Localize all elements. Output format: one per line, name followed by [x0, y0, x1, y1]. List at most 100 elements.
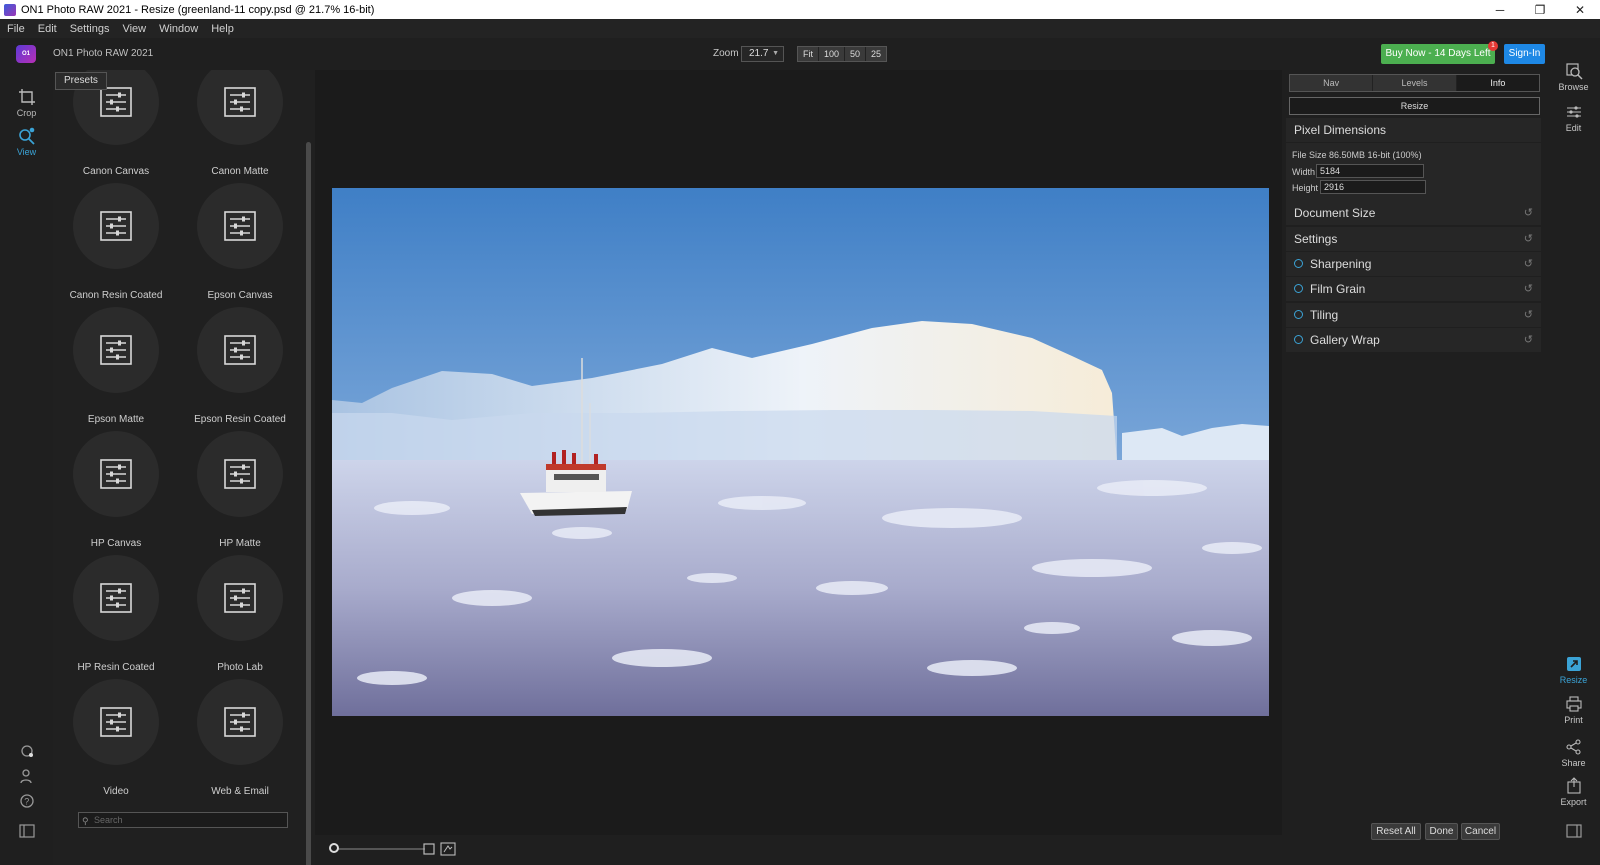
preset-label: Epson Canvas	[207, 290, 273, 301]
print-label: Print	[1564, 715, 1583, 725]
browse-module[interactable]: Browse	[1547, 62, 1600, 92]
preset-tile[interactable]: Canon Matte	[177, 70, 303, 177]
tiling-title: Tiling	[1310, 308, 1339, 322]
zoom-slider-knob[interactable]	[329, 843, 339, 853]
zoom-50-button[interactable]: 50	[845, 47, 867, 61]
preset-sliders-icon	[197, 679, 283, 765]
preset-sliders-icon	[73, 679, 159, 765]
presets-scrollbar[interactable]	[306, 142, 311, 865]
reset-icon[interactable]: ↺	[1524, 201, 1533, 225]
print-module[interactable]: Print	[1547, 695, 1600, 725]
film-grain-section[interactable]: Film Grain ↺	[1286, 277, 1541, 301]
preset-tile[interactable]: Video	[53, 679, 179, 797]
sharpening-title: Sharpening	[1310, 257, 1372, 271]
width-label: Width	[1292, 167, 1316, 177]
preset-tile[interactable]: HP Matte	[177, 431, 303, 549]
reset-all-button[interactable]: Reset All	[1371, 823, 1421, 840]
crop-tool[interactable]: Crop	[0, 88, 53, 118]
height-input[interactable]: 2916	[1320, 180, 1426, 194]
close-icon[interactable]: ✕	[1560, 3, 1600, 17]
help-tool[interactable]: ?	[0, 793, 53, 811]
title-bar: ON1 Photo RAW 2021 - Resize (greenland-1…	[0, 0, 1600, 19]
compare-view-icon[interactable]	[440, 842, 456, 856]
presets-tab[interactable]: Presets	[55, 72, 107, 90]
toggle-right-panel[interactable]	[1547, 824, 1600, 840]
puzzle-icon	[20, 745, 33, 757]
browse-icon	[1565, 63, 1583, 80]
resize-module[interactable]: Resize	[1547, 655, 1600, 685]
preset-tile[interactable]: Web & Email	[177, 679, 303, 797]
settings-section[interactable]: Settings ↺	[1286, 227, 1541, 251]
sharpening-section[interactable]: Sharpening ↺	[1286, 252, 1541, 276]
reset-icon[interactable]: ↺	[1524, 277, 1533, 301]
preset-label: Video	[103, 786, 129, 797]
toggle-circle-icon[interactable]	[1294, 335, 1303, 345]
canvas-area[interactable]	[315, 70, 1282, 835]
account-tool[interactable]	[0, 768, 53, 786]
preset-tile[interactable]: HP Resin Coated	[53, 555, 179, 673]
left-tool-rail: Crop View ?	[0, 70, 53, 865]
zoom-label: Zoom	[713, 48, 739, 59]
presets-search-input[interactable]: ⚲ Search	[78, 812, 288, 828]
help-icon: ?	[19, 794, 34, 808]
sign-in-button[interactable]: Sign-In	[1504, 44, 1545, 64]
resize-tab[interactable]: Resize	[1289, 97, 1540, 115]
width-input[interactable]: 5184	[1316, 164, 1424, 178]
fit-square-icon[interactable]	[423, 843, 435, 855]
tab-info[interactable]: Info	[1456, 75, 1539, 91]
zoom-fit-button[interactable]: Fit	[798, 47, 819, 61]
preset-label: Epson Resin Coated	[194, 414, 286, 425]
tab-levels[interactable]: Levels	[1373, 75, 1457, 91]
cancel-button[interactable]: Cancel	[1461, 823, 1500, 840]
preset-tile[interactable]: Canon Resin Coated	[53, 183, 179, 301]
menu-help[interactable]: Help	[211, 23, 234, 35]
gallery-wrap-section[interactable]: Gallery Wrap ↺	[1286, 328, 1541, 352]
buy-now-button[interactable]: Buy Now - 14 Days Left	[1381, 44, 1495, 64]
reset-icon[interactable]: ↺	[1524, 328, 1533, 352]
file-size: File Size 86.50MB 16-bit (100%)	[1292, 150, 1422, 160]
menu-file[interactable]: File	[7, 23, 25, 35]
menu-window[interactable]: Window	[159, 23, 198, 35]
on1-logo[interactable]: O1	[16, 45, 36, 63]
reset-icon[interactable]: ↺	[1524, 227, 1533, 251]
restore-icon[interactable]: ❐	[1520, 3, 1560, 17]
reset-icon[interactable]: ↺	[1524, 303, 1533, 327]
app-label: ON1 Photo RAW 2021	[53, 48, 154, 59]
share-module[interactable]: Share	[1547, 738, 1600, 768]
zoom-100-button[interactable]: 100	[819, 47, 846, 61]
document-size-section[interactable]: Document Size ↺	[1286, 201, 1541, 225]
reset-icon[interactable]: ↺	[1524, 252, 1533, 276]
menu-settings[interactable]: Settings	[70, 23, 110, 35]
preset-tile[interactable]: Epson Canvas	[177, 183, 303, 301]
zoom-slider-track[interactable]	[337, 848, 425, 850]
toggle-circle-icon[interactable]	[1294, 284, 1303, 294]
pixel-dimensions-header[interactable]: Pixel Dimensions	[1286, 118, 1541, 142]
done-button[interactable]: Done	[1425, 823, 1458, 840]
minimize-icon[interactable]: ─	[1480, 3, 1520, 17]
app-icon	[4, 3, 16, 16]
menu-view[interactable]: View	[122, 23, 146, 35]
pixel-dimensions-title: Pixel Dimensions	[1294, 123, 1387, 137]
search-placeholder: Search	[94, 815, 123, 825]
toggle-circle-icon[interactable]	[1294, 259, 1303, 269]
export-module[interactable]: Export	[1547, 777, 1600, 807]
toggle-left-panel[interactable]	[0, 824, 53, 840]
zoom-buttons: Fit 100 50 25	[797, 46, 888, 62]
preset-tile[interactable]: Photo Lab	[177, 555, 303, 673]
view-tool[interactable]: View	[0, 127, 53, 157]
zoom-select[interactable]: 21.7 ▼	[741, 46, 784, 62]
tiling-section[interactable]: Tiling ↺	[1286, 303, 1541, 327]
edit-module[interactable]: Edit	[1547, 103, 1600, 133]
share-label: Share	[1561, 758, 1586, 768]
document-size-title: Document Size	[1294, 206, 1376, 220]
preset-tile[interactable]: Epson Resin Coated	[177, 307, 303, 425]
photo-preview[interactable]	[332, 188, 1269, 716]
toggle-circle-icon[interactable]	[1294, 310, 1303, 320]
preset-tile[interactable]: HP Canvas	[53, 431, 179, 549]
menu-bar: File Edit Settings View Window Help	[0, 19, 1600, 38]
tab-nav[interactable]: Nav	[1290, 75, 1374, 91]
preset-tile[interactable]: Epson Matte	[53, 307, 179, 425]
extras-tool[interactable]	[0, 743, 53, 761]
zoom-25-button[interactable]: 25	[866, 47, 887, 61]
menu-edit[interactable]: Edit	[38, 23, 57, 35]
